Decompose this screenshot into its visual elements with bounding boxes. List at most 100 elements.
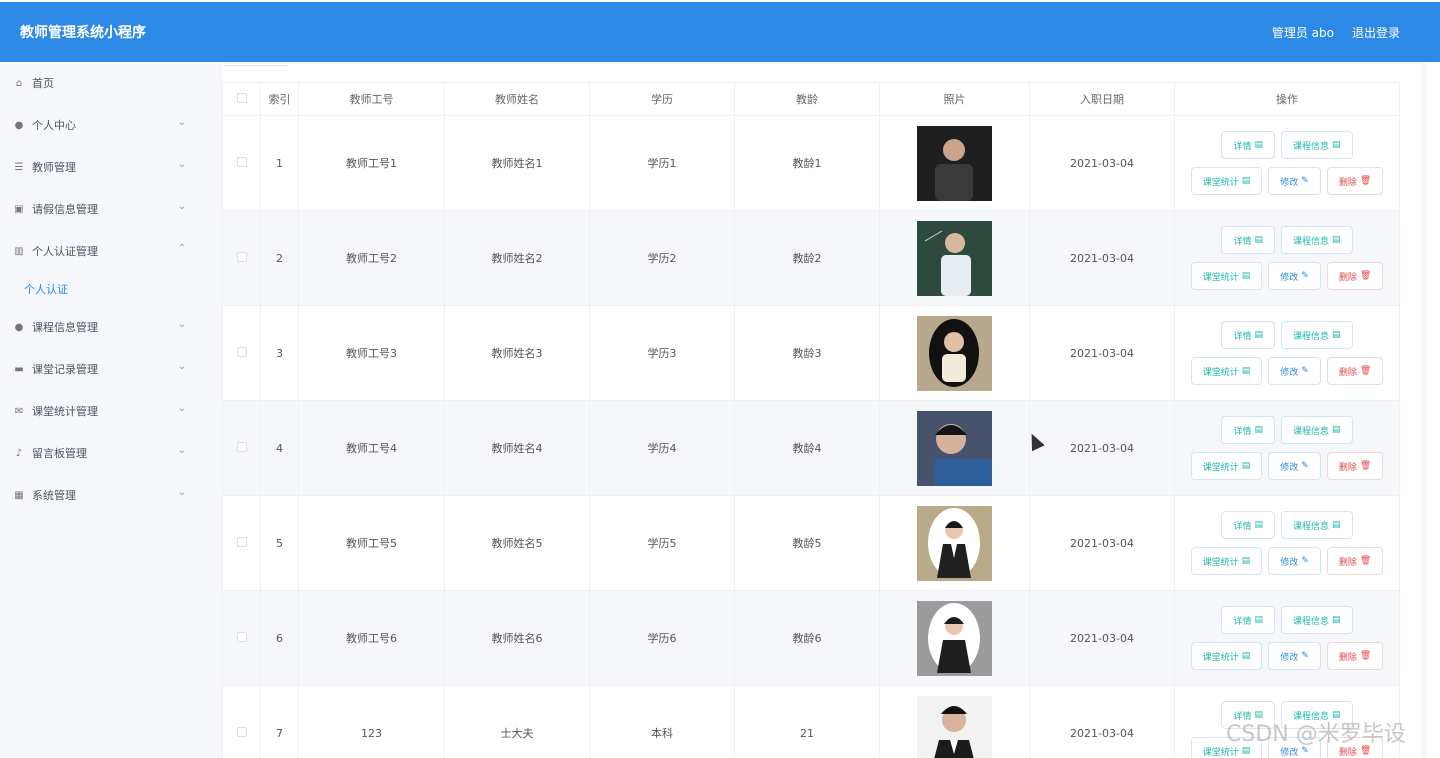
chevron-down-icon: ⌄ <box>177 361 186 372</box>
delete-button[interactable]: 删除 🗑 <box>1326 547 1384 575</box>
row-checkbox[interactable] <box>236 536 247 547</box>
books-icon: ▥ <box>14 245 24 257</box>
hire-date-cell: 2021-03-04 <box>1029 590 1175 686</box>
teaching-age-cell: 教龄5 <box>734 495 880 591</box>
edit-button[interactable]: 修改 ✎ <box>1268 262 1321 290</box>
table-row: 5 教师工号5 教师姓名5 学历5 教龄5 2021-03-04 详情 ▤ 课程信息… <box>222 495 1400 591</box>
delete-button[interactable]: 删除 🗑 <box>1326 357 1384 385</box>
delete-button[interactable]: 删除 🗑 <box>1326 262 1384 290</box>
top-header: 教师管理系统小程序 管理员 abo 退出登录 <box>0 2 1440 62</box>
document-icon: ▤ <box>1241 651 1251 661</box>
document-icon: ▤ <box>1241 271 1251 281</box>
teacher-id-cell: 教师工号6 <box>298 590 445 686</box>
index-cell: 7 <box>260 685 299 758</box>
class-stats-button[interactable]: 课堂统计 ▤ <box>1190 262 1263 290</box>
class-stats-button[interactable]: 课堂统计 ▤ <box>1190 357 1263 385</box>
class-stats-button[interactable]: 课堂统计 ▤ <box>1190 547 1263 575</box>
table-card: 索引 教师工号 教师姓名 学历 教龄 照片 入职日期 操作 1 教师工号1 教师… <box>222 64 1421 758</box>
index-cell: 3 <box>260 305 299 401</box>
teacher-name-cell: 教师姓名6 <box>444 590 590 686</box>
detail-button[interactable]: 详情 ▤ <box>1221 131 1275 159</box>
edit-button[interactable]: 修改 ✎ <box>1268 642 1321 670</box>
chevron-down-icon: ⌄ <box>177 117 186 128</box>
course-info-button[interactable]: 课程信息 ▤ <box>1281 606 1353 634</box>
chevron-up-icon: ⌃ <box>177 243 186 254</box>
class-stats-button[interactable]: 课堂统计 ▤ <box>1190 642 1263 670</box>
detail-button[interactable]: 详情 ▤ <box>1221 416 1275 444</box>
teacher-name-cell: 教师姓名5 <box>444 495 590 591</box>
hire-date-cell: 2021-03-04 <box>1029 115 1175 211</box>
teacher-name-cell: 教师姓名2 <box>444 210 590 306</box>
edit-button[interactable]: 修改 ✎ <box>1268 547 1321 575</box>
row-checkbox[interactable] <box>236 346 247 357</box>
column-header-index: 索引 <box>260 82 299 116</box>
sidebar-item-leave-management[interactable]: ▣ 请假信息管理 ⌄ <box>0 188 206 230</box>
document-icon: ▤ <box>1254 615 1263 625</box>
sidebar: ⌂ 首页 ● 个人中心 ⌄ ☰ 教师管理 ⌄ ▣ 请假信息管理 ⌄ ▥ 个人认证管理 ⌃ 个人认证… <box>0 62 206 758</box>
teacher-photo <box>917 125 992 201</box>
course-info-button[interactable]: 课程信息 ▤ <box>1281 511 1353 539</box>
trash-icon: 🗑 <box>1359 556 1372 566</box>
edit-button[interactable]: 修改 ✎ <box>1268 167 1321 195</box>
teaching-age-cell: 教龄3 <box>734 305 880 401</box>
edit-icon: ✎ <box>1301 651 1309 661</box>
row-checkbox[interactable] <box>236 251 247 262</box>
app-title: 教师管理系统小程序 <box>20 25 146 41</box>
education-cell: 学历6 <box>589 590 735 686</box>
select-all-checkbox[interactable] <box>236 92 247 103</box>
sidebar-item-personal-center[interactable]: ● 个人中心 ⌄ <box>0 104 206 146</box>
sidebar-item-teacher-management[interactable]: ☰ 教师管理 ⌄ <box>0 146 206 188</box>
delete-button[interactable]: 删除 🗑 <box>1326 167 1384 195</box>
teacher-photo <box>917 600 992 676</box>
education-cell: 学历2 <box>589 210 735 306</box>
document-icon: ▤ <box>1332 235 1341 245</box>
user-icon: ● <box>14 119 24 131</box>
chevron-down-icon: ⌄ <box>177 159 186 170</box>
sidebar-subitem-certification[interactable]: 个人认证 <box>0 272 206 306</box>
detail-button[interactable]: 详情 ▤ <box>1221 606 1275 634</box>
admin-user-label: 管理员 abo <box>1271 25 1334 40</box>
course-info-button[interactable]: 课程信息 ▤ <box>1281 131 1353 159</box>
edit-button[interactable]: 修改 ✎ <box>1268 357 1321 385</box>
detail-button[interactable]: 详情 ▤ <box>1221 511 1275 539</box>
delete-button[interactable]: 删除 🗑 <box>1326 452 1384 480</box>
table-row: 6 教师工号6 教师姓名6 学历6 教龄6 2021-03-04 详情 ▤ 课程信息… <box>222 590 1400 686</box>
edit-icon: ✎ <box>1301 176 1309 186</box>
index-cell: 1 <box>260 115 299 211</box>
sidebar-item-home[interactable]: ⌂ 首页 <box>0 62 206 104</box>
row-checkbox[interactable] <box>236 726 247 737</box>
sidebar-item-system-management[interactable]: ▦ 系统管理 ⌄ <box>0 474 206 516</box>
column-header-teaching-age: 教龄 <box>734 82 880 116</box>
teaching-age-cell: 教龄4 <box>734 400 880 496</box>
row-checkbox[interactable] <box>236 441 247 452</box>
course-info-button[interactable]: 课程信息 ▤ <box>1281 416 1353 444</box>
hire-date-cell: 2021-03-04 <box>1029 400 1175 496</box>
teaching-age-cell: 21 <box>734 685 880 758</box>
row-checkbox[interactable] <box>236 631 247 642</box>
sidebar-item-message-board-management[interactable]: ♪ 留言板管理 ⌄ <box>0 432 206 474</box>
sidebar-item-course-management[interactable]: ● 课程信息管理 ⌄ <box>0 306 206 348</box>
edit-button[interactable]: 修改 ✎ <box>1268 452 1321 480</box>
course-info-button[interactable]: 课程信息 ▤ <box>1281 321 1353 349</box>
education-cell: 学历1 <box>589 115 735 211</box>
detail-button[interactable]: 详情 ▤ <box>1221 321 1275 349</box>
main-content: 索引 教师工号 教师姓名 学历 教龄 照片 入职日期 操作 1 教师工号1 教师… <box>206 62 1440 758</box>
class-stats-button[interactable]: 课堂统计 ▤ <box>1190 167 1263 195</box>
sidebar-item-class-record-management[interactable]: ▬ 课堂记录管理 ⌄ <box>0 348 206 390</box>
index-cell: 4 <box>260 400 299 496</box>
logout-link[interactable]: 退出登录 <box>1352 24 1400 41</box>
row-checkbox[interactable] <box>236 156 247 167</box>
header-checkbox-cell[interactable] <box>222 82 261 116</box>
detail-button[interactable]: 详情 ▤ <box>1221 226 1275 254</box>
delete-button[interactable]: 删除 🗑 <box>1326 642 1384 670</box>
document-icon: ▤ <box>1332 425 1341 435</box>
hire-date-cell: 2021-03-04 <box>1029 685 1175 758</box>
class-stats-button[interactable]: 课堂统计 ▤ <box>1190 452 1263 480</box>
education-cell: 本科 <box>589 685 735 758</box>
sidebar-item-class-stats-management[interactable]: ✉ 课堂统计管理 ⌄ <box>0 390 206 432</box>
index-cell: 2 <box>260 210 299 306</box>
chevron-down-icon: ⌄ <box>177 201 186 212</box>
sidebar-item-certification-management[interactable]: ▥ 个人认证管理 ⌃ <box>0 230 206 272</box>
teacher-id-cell: 123 <box>298 685 445 758</box>
course-info-button[interactable]: 课程信息 ▤ <box>1281 226 1353 254</box>
